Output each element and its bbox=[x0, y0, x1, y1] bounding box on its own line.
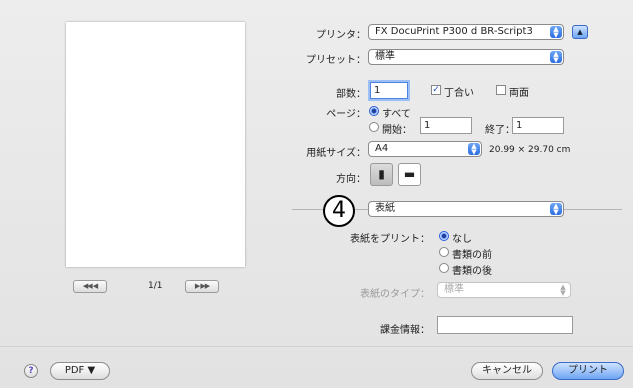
popup-arrows-icon: ▲ ▼ bbox=[560, 283, 566, 297]
orientation-label: 方向： bbox=[336, 174, 366, 185]
printer-label: プリンタ： bbox=[316, 30, 366, 41]
step-number-badge: 4 bbox=[323, 195, 355, 227]
copies-label: 部数： bbox=[336, 89, 366, 100]
footer-separator bbox=[0, 346, 633, 347]
paper-size-label: 用紙サイズ： bbox=[306, 148, 366, 159]
cover-type-label: 表紙のタイプ： bbox=[360, 289, 430, 300]
pages-range-radio[interactable] bbox=[369, 122, 379, 132]
pages-to-input[interactable]: 1 bbox=[512, 117, 564, 134]
printer-value: FX DocuPrint P300 d BR-Script3 bbox=[375, 26, 533, 37]
cover-print-label: 表紙をプリント： bbox=[350, 234, 430, 245]
pages-label: ページ： bbox=[326, 109, 366, 120]
pdf-button[interactable]: PDF ▼ bbox=[50, 362, 110, 380]
collate-label: 丁合い bbox=[444, 88, 474, 99]
pages-to-label: 終了： bbox=[485, 125, 515, 136]
collate-checkbox[interactable]: ✓ bbox=[431, 85, 441, 95]
printer-popup[interactable]: FX DocuPrint P300 d BR-Script3 ▲ ▼ bbox=[368, 24, 564, 40]
page-indicator: 1/1 bbox=[148, 281, 163, 291]
help-icon[interactable]: ? bbox=[24, 364, 38, 378]
cover-type-popup[interactable]: 標準 ▲ ▼ bbox=[437, 282, 571, 298]
paper-size-popup[interactable]: A4 ▲ ▼ bbox=[368, 141, 482, 157]
collapse-icon[interactable]: ▲ bbox=[572, 25, 588, 39]
paper-size-value: A4 bbox=[375, 143, 389, 154]
next-page-button[interactable]: ▶ ▶▶ bbox=[185, 280, 219, 293]
first-page-button[interactable]: ◀◀ ◀ bbox=[73, 280, 107, 293]
popup-arrows-icon: ▲ ▼ bbox=[550, 203, 562, 216]
preset-label: プリセット： bbox=[306, 55, 366, 66]
cover-before-radio[interactable] bbox=[439, 247, 449, 257]
cover-type-value: 標準 bbox=[444, 284, 464, 295]
preset-value: 標準 bbox=[375, 51, 395, 62]
panel-popup[interactable]: 表紙 ▲ ▼ bbox=[368, 201, 564, 217]
cover-option-label: 書類の前 bbox=[452, 250, 492, 261]
page-preview bbox=[66, 22, 245, 267]
popup-arrows-icon: ▲ ▼ bbox=[550, 26, 562, 39]
portrait-icon[interactable]: ▮ bbox=[370, 163, 393, 186]
preset-popup[interactable]: 標準 ▲ ▼ bbox=[368, 49, 564, 65]
cover-option-label: 書類の後 bbox=[452, 266, 492, 277]
landscape-icon[interactable]: ▬ bbox=[398, 163, 421, 186]
cancel-button[interactable]: キャンセル bbox=[471, 362, 543, 380]
copies-input[interactable]: 1 bbox=[370, 82, 408, 99]
cover-after-radio[interactable] bbox=[439, 263, 449, 273]
pages-all-label: すべて bbox=[382, 109, 411, 120]
duplex-checkbox[interactable] bbox=[496, 85, 506, 95]
pages-all-radio[interactable] bbox=[369, 106, 379, 116]
cover-option-label: なし bbox=[452, 234, 472, 245]
billing-input[interactable] bbox=[437, 316, 573, 334]
billing-label: 課金情報： bbox=[380, 325, 430, 336]
popup-arrows-icon: ▲ ▼ bbox=[468, 143, 480, 156]
pages-from-input[interactable]: 1 bbox=[420, 117, 472, 134]
cover-none-radio[interactable] bbox=[439, 231, 449, 241]
print-button[interactable]: プリント bbox=[552, 362, 624, 380]
duplex-label: 両面 bbox=[509, 88, 529, 99]
paper-dimensions: 20.99 × 29.70 cm bbox=[489, 145, 571, 155]
panel-value: 表紙 bbox=[375, 203, 395, 214]
popup-arrows-icon: ▲ ▼ bbox=[550, 51, 562, 64]
pages-from-label: 開始： bbox=[382, 125, 412, 136]
